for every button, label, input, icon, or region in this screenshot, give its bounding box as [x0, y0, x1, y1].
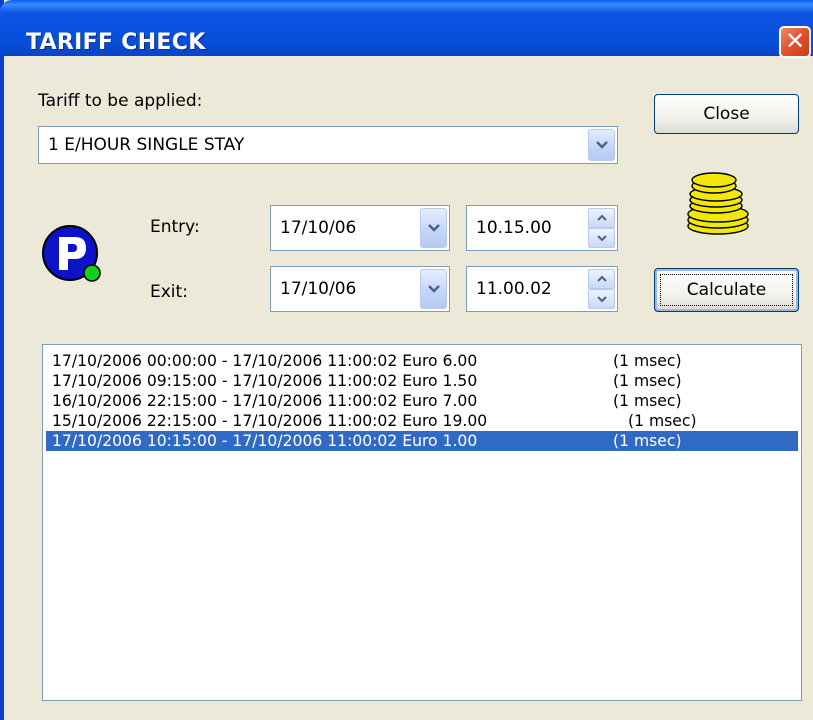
entry-time-value: 10.15.00: [476, 218, 552, 238]
title-bar[interactable]: TARIFF CHECK ✕: [0, 0, 813, 58]
exit-date-picker[interactable]: 17/10/06: [270, 266, 450, 312]
window-close-icon[interactable]: ✕: [779, 26, 811, 58]
spin-down-button[interactable]: [588, 289, 615, 309]
entry-date-picker[interactable]: 17/10/06: [270, 205, 450, 251]
result-row[interactable]: 15/10/2006 22:15:00 - 17/10/2006 11:00:0…: [46, 411, 798, 431]
entry-date-value: 17/10/06: [280, 218, 357, 238]
results-list[interactable]: 17/10/2006 00:00:00 - 17/10/2006 11:00:0…: [42, 344, 802, 701]
chevron-down-icon: [595, 141, 608, 149]
result-text: 17/10/2006 09:15:00 - 17/10/2006 11:00:0…: [52, 372, 478, 390]
chevron-up-icon: [596, 275, 607, 282]
result-text: 16/10/2006 22:15:00 - 17/10/2006 11:00:0…: [52, 392, 478, 410]
calculate-button-label: Calculate: [686, 280, 767, 300]
result-text: 17/10/2006 10:15:00 - 17/10/2006 11:00:0…: [52, 432, 478, 450]
spin-up-button[interactable]: [588, 269, 615, 289]
entry-time-spinner[interactable]: 10.15.00: [466, 205, 618, 251]
close-button[interactable]: Close: [654, 94, 799, 134]
entry-time-spin[interactable]: [588, 208, 615, 248]
calculate-button[interactable]: Calculate: [654, 268, 799, 312]
exit-date-dropdown[interactable]: [420, 269, 447, 309]
chevron-down-icon: [427, 285, 440, 293]
parking-p-icon: [42, 225, 101, 282]
result-time: (1 msec): [613, 352, 682, 370]
chevron-down-icon: [596, 235, 607, 242]
exit-time-value: 11.00.02: [476, 279, 552, 299]
result-time: (1 msec): [613, 392, 682, 410]
exit-time-spin[interactable]: [588, 269, 615, 309]
tariff-select-value: 1 E/HOUR SINGLE STAY: [48, 135, 245, 155]
spin-down-button[interactable]: [588, 228, 615, 248]
result-row[interactable]: 17/10/2006 10:15:00 - 17/10/2006 11:00:0…: [46, 431, 798, 451]
tariff-select[interactable]: 1 E/HOUR SINGLE STAY: [38, 126, 618, 164]
exit-date-value: 17/10/06: [280, 279, 357, 299]
result-time: (1 msec): [628, 412, 697, 430]
entry-date-dropdown[interactable]: [420, 208, 447, 248]
result-time: (1 msec): [613, 372, 682, 390]
result-row[interactable]: 16/10/2006 22:15:00 - 17/10/2006 11:00:0…: [46, 391, 798, 411]
chevron-down-icon: [596, 296, 607, 303]
exit-time-spinner[interactable]: 11.00.02: [466, 266, 618, 312]
entry-label: Entry:: [150, 217, 200, 237]
tariff-label: Tariff to be applied:: [38, 91, 203, 111]
result-text: 17/10/2006 00:00:00 - 17/10/2006 11:00:0…: [52, 352, 478, 370]
spin-up-button[interactable]: [588, 208, 615, 228]
result-text: 15/10/2006 22:15:00 - 17/10/2006 11:00:0…: [52, 412, 488, 430]
close-button-label: Close: [703, 104, 750, 124]
chevron-down-icon: [427, 224, 440, 232]
coins-stack-icon: [687, 172, 749, 235]
chevron-up-icon: [596, 214, 607, 221]
exit-label: Exit:: [150, 282, 188, 302]
result-row[interactable]: 17/10/2006 00:00:00 - 17/10/2006 11:00:0…: [46, 351, 798, 371]
tariff-check-dialog: TARIFF CHECK ✕ Tariff to be applied: 1 E…: [0, 0, 813, 720]
tariff-dropdown-button[interactable]: [588, 129, 615, 161]
result-time: (1 msec): [613, 432, 682, 450]
window-title: TARIFF CHECK: [26, 30, 206, 55]
result-row[interactable]: 17/10/2006 09:15:00 - 17/10/2006 11:00:0…: [46, 371, 798, 391]
